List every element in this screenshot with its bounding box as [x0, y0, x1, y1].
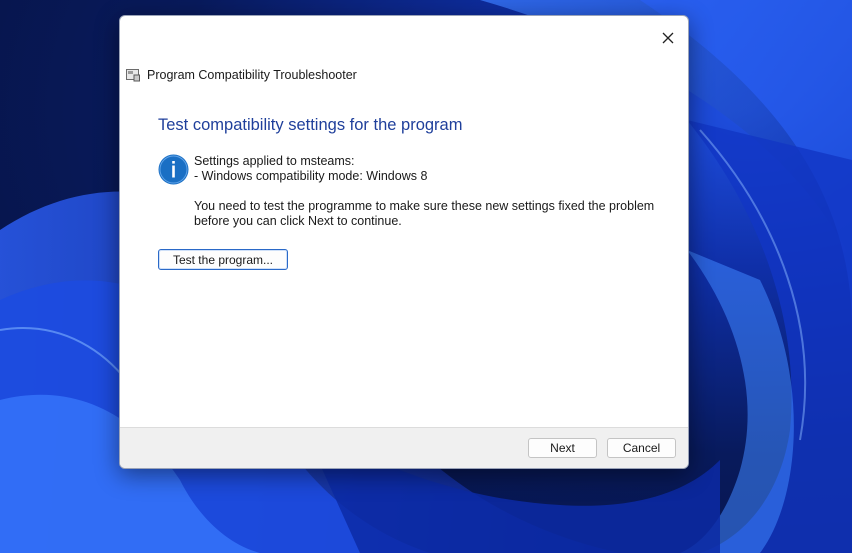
dialog-title-bar: Program Compatibility Troubleshooter: [126, 68, 357, 82]
page-heading: Test compatibility settings for the prog…: [158, 116, 463, 134]
info-icon: [158, 154, 189, 185]
compatibility-mode-line: - Windows compatibility mode: Windows 8: [194, 169, 428, 183]
close-button[interactable]: [654, 24, 682, 52]
next-button[interactable]: Next: [528, 438, 597, 458]
dialog-footer: Next Cancel: [120, 427, 688, 468]
applied-settings-line: Settings applied to msteams:: [194, 154, 355, 168]
dialog-title: Program Compatibility Troubleshooter: [147, 68, 357, 82]
cancel-button[interactable]: Cancel: [607, 438, 676, 458]
troubleshooter-icon: [126, 68, 140, 82]
test-notice: You need to test the programme to make s…: [194, 199, 655, 228]
close-icon: [662, 32, 674, 44]
test-program-button[interactable]: Test the program...: [158, 249, 288, 270]
troubleshooter-dialog: Program Compatibility Troubleshooter Tes…: [119, 15, 689, 469]
applied-settings: Settings applied to msteams: - Windows c…: [194, 154, 427, 184]
